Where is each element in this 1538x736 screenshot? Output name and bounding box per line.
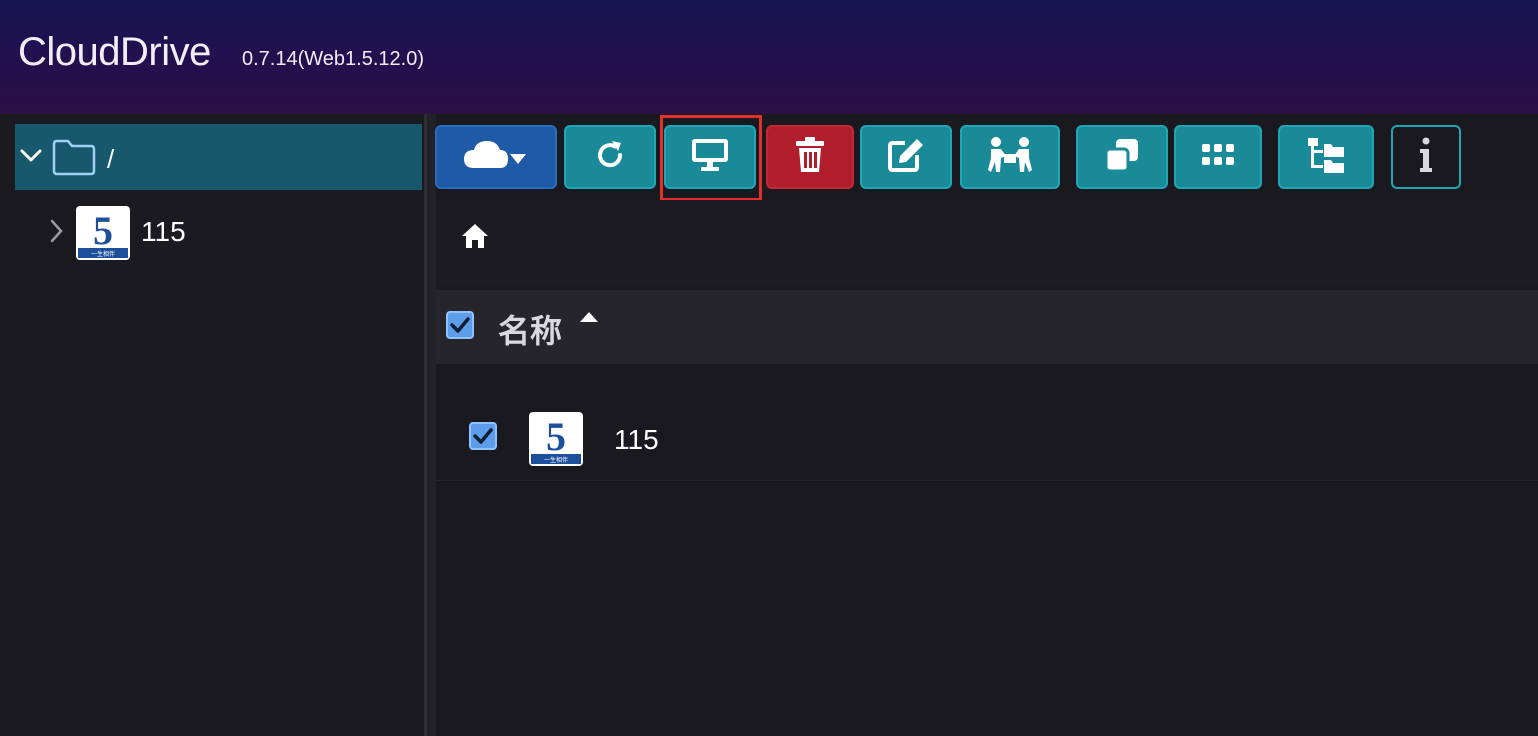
cloud-dropdown-icon bbox=[462, 138, 530, 177]
refresh-icon bbox=[592, 137, 628, 178]
tree-node-115[interactable]: 5 一生相伴 115 bbox=[48, 206, 408, 260]
chevron-down-icon[interactable] bbox=[19, 146, 43, 171]
svg-text:5: 5 bbox=[93, 208, 113, 253]
row-checkbox[interactable] bbox=[469, 422, 497, 450]
check-icon bbox=[473, 428, 493, 444]
cloud-add-button[interactable] bbox=[435, 125, 557, 189]
copy-icon bbox=[1104, 137, 1140, 178]
trash-icon bbox=[794, 136, 826, 179]
delete-button[interactable] bbox=[766, 125, 854, 189]
rename-button[interactable] bbox=[860, 125, 952, 189]
app-version: 0.7.14(Web1.5.12.0) bbox=[242, 48, 424, 70]
view-button[interactable] bbox=[1174, 125, 1262, 189]
info-icon bbox=[1417, 137, 1435, 178]
svg-text:一生相伴: 一生相伴 bbox=[544, 456, 568, 464]
drive-115-logo: 5 一生相伴 bbox=[76, 206, 130, 265]
home-icon[interactable] bbox=[460, 222, 490, 255]
svg-text:一生相伴: 一生相伴 bbox=[91, 250, 115, 258]
list-header bbox=[436, 290, 1538, 364]
table-row[interactable] bbox=[436, 400, 1538, 481]
tree-item-label: 115 bbox=[141, 216, 186, 247]
grid-icon bbox=[1201, 143, 1235, 172]
select-all-checkbox[interactable] bbox=[446, 311, 474, 339]
svg-text:5: 5 bbox=[546, 414, 566, 459]
breadcrumb bbox=[436, 200, 1538, 286]
tree-root-label: / bbox=[107, 144, 115, 174]
mount-button[interactable] bbox=[664, 125, 756, 189]
people-transfer-icon bbox=[986, 136, 1034, 179]
column-header-name[interactable]: 名称 bbox=[498, 306, 562, 352]
refresh-button[interactable] bbox=[564, 125, 656, 189]
folder-tree-icon bbox=[1306, 136, 1346, 179]
chevron-right-icon[interactable] bbox=[48, 218, 64, 249]
edit-icon bbox=[887, 137, 925, 178]
drive-115-logo: 5 一生相伴 bbox=[529, 412, 583, 471]
sort-asc-icon[interactable] bbox=[578, 310, 600, 329]
tree-node-root[interactable]: / bbox=[15, 124, 422, 190]
check-icon bbox=[450, 317, 470, 333]
file-name[interactable]: 115 bbox=[614, 424, 659, 456]
app-header: CloudDrive 0.7.14(Web1.5.12.0) bbox=[0, 0, 1538, 114]
share-button[interactable] bbox=[960, 125, 1060, 189]
monitor-icon bbox=[690, 137, 730, 178]
info-button[interactable] bbox=[1391, 125, 1461, 189]
tree-button[interactable] bbox=[1278, 125, 1374, 189]
panel-resizer[interactable] bbox=[424, 114, 436, 736]
folder-icon bbox=[51, 138, 97, 181]
copy-button[interactable] bbox=[1076, 125, 1168, 189]
app-title: CloudDrive bbox=[18, 30, 211, 74]
